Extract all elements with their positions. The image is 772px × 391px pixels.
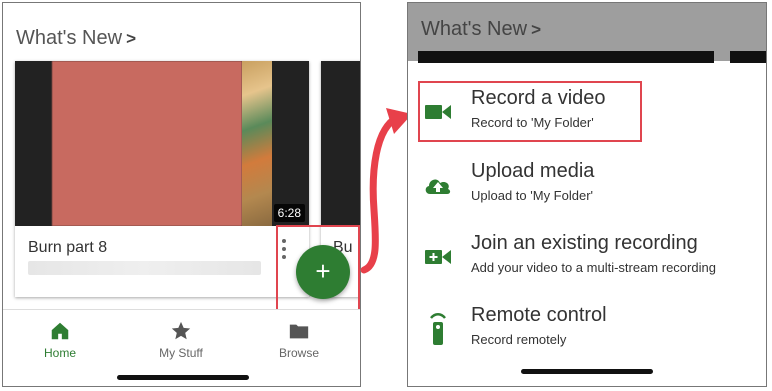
- menu-item-sublabel: Upload to 'My Folder': [471, 188, 594, 203]
- video-title: Burn part 8: [28, 239, 108, 256]
- menu-item-label: Record a video: [471, 87, 606, 109]
- menu-item-remote-control[interactable]: Remote control Record remotely: [408, 301, 766, 361]
- thumbnail-image: [52, 61, 242, 226]
- dimmed-background: What's New >: [408, 3, 766, 63]
- menu-item-label: Upload media: [471, 160, 595, 182]
- home-icon: [51, 322, 69, 340]
- menu-item-sublabel: Add your video to a multi-stream recordi…: [471, 260, 716, 275]
- duration-badge: 6:28: [273, 204, 305, 222]
- menu-item-sublabel: Record to 'My Folder': [471, 115, 594, 130]
- nav-home[interactable]: Home: [20, 320, 100, 360]
- menu-item-upload-media[interactable]: Upload media Upload to 'My Folder': [408, 157, 766, 217]
- star-icon: [171, 321, 191, 340]
- chevron-right-icon: >: [126, 29, 137, 48]
- dimmed-card-partial: [730, 51, 766, 63]
- nav-my-stuff-label: My Stuff: [159, 346, 203, 360]
- menu-item-label: Join an existing recording: [471, 232, 698, 254]
- video-thumbnail[interactable]: 6:28: [15, 61, 309, 226]
- whats-new-header[interactable]: What's New >: [16, 27, 136, 50]
- menu-item-sublabel: Record remotely: [471, 332, 567, 347]
- video-camera-icon: [423, 97, 453, 127]
- video-subtitle-blurred: [28, 261, 261, 275]
- menu-item-join-recording[interactable]: Join an existing recording Add your vide…: [408, 229, 766, 289]
- whats-new-title: What's New: [16, 27, 123, 49]
- remote-control-icon: [423, 313, 453, 345]
- cloud-upload-icon: [423, 170, 453, 200]
- nav-browse[interactable]: Browse: [259, 320, 339, 360]
- thumbnail-art: [242, 61, 272, 226]
- menu-item-label: Remote control: [471, 304, 607, 326]
- nav-my-stuff[interactable]: My Stuff: [141, 320, 221, 360]
- nav-home-label: Home: [43, 346, 76, 360]
- home-indicator[interactable]: [117, 375, 249, 380]
- video-thumbnail-partial: [321, 61, 360, 226]
- left-phone-screen: What's New > 6:28 Burn part 8 Bu + Home M…: [2, 2, 361, 387]
- dimmed-card: [418, 51, 714, 63]
- whats-new-header-dimmed: What's New >: [421, 18, 541, 41]
- video-add-icon: [423, 242, 453, 272]
- whats-new-title-dimmed: What's New: [421, 18, 528, 40]
- menu-item-record-video[interactable]: Record a video Record to 'My Folder': [408, 84, 766, 144]
- folder-icon: [289, 324, 309, 339]
- home-indicator[interactable]: [521, 369, 653, 374]
- nav-browse-label: Browse: [278, 346, 319, 360]
- create-fab-button[interactable]: +: [296, 245, 350, 299]
- video-card[interactable]: 6:28 Burn part 8: [15, 61, 309, 297]
- chevron-right-icon: >: [531, 20, 542, 39]
- right-phone-screen: What's New > Record a video Record to 'My…: [407, 2, 767, 387]
